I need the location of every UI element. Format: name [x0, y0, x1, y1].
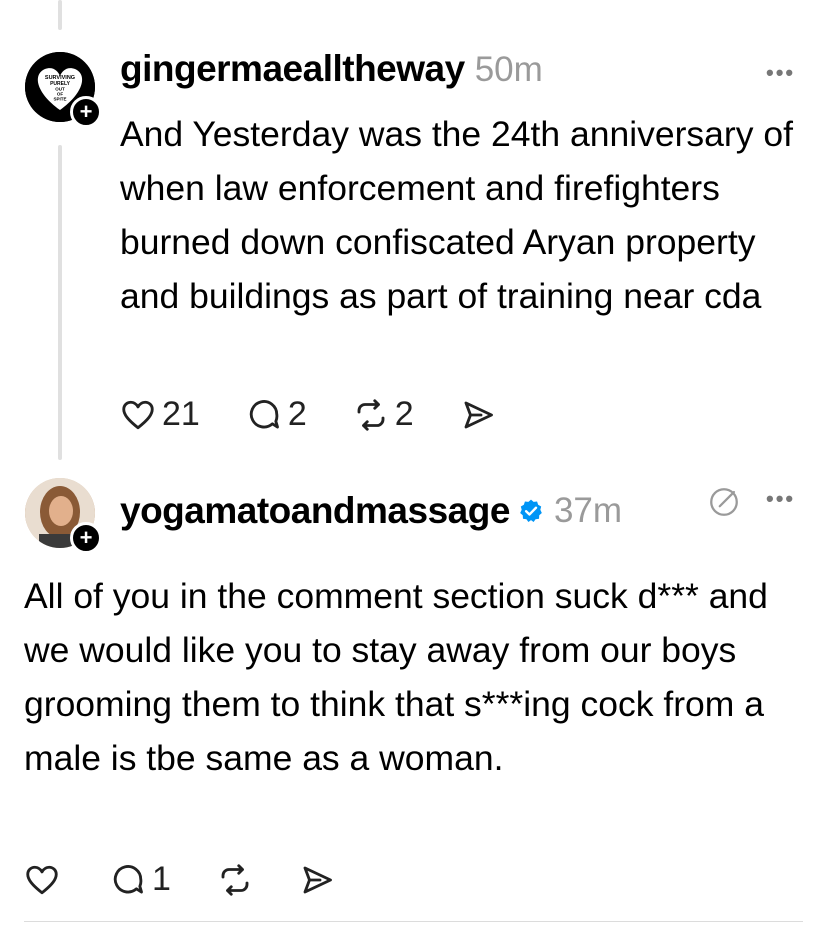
follow-plus-icon[interactable]: + — [70, 96, 102, 128]
send-icon — [303, 866, 332, 893]
like-count: 21 — [162, 395, 200, 433]
post-text: And Yesterday was the 24th anniversary o… — [120, 114, 793, 316]
post-header: yogamatoandmassage 37m — [120, 490, 622, 532]
svg-text:SPITE: SPITE — [53, 97, 66, 102]
thread-line-top — [58, 0, 62, 30]
more-options-icon[interactable]: ••• — [766, 486, 795, 512]
timestamp: 50m — [474, 50, 543, 89]
like-button[interactable] — [24, 862, 60, 898]
post-actions: 1 — [24, 860, 335, 899]
repost-button[interactable]: 2 — [353, 395, 414, 434]
verified-badge-icon — [520, 499, 542, 523]
reply-button[interactable]: 2 — [246, 395, 307, 434]
post-actions: 21 2 2 — [120, 395, 496, 434]
repost-icon — [221, 863, 249, 896]
share-button[interactable] — [460, 397, 496, 433]
send-icon — [464, 401, 493, 428]
post-header: gingermaealltheway 50m — [120, 48, 543, 90]
pencil-circle-icon — [710, 488, 738, 516]
repost-count: 2 — [394, 395, 414, 433]
edited-indicator — [707, 485, 741, 524]
heart-icon — [122, 400, 154, 429]
comment-icon — [113, 864, 143, 893]
username[interactable]: gingermaealltheway — [120, 48, 465, 90]
username[interactable]: yogamatoandmassage — [120, 490, 510, 532]
repost-icon — [357, 398, 385, 431]
timestamp: 37m — [553, 491, 623, 530]
repost-button[interactable] — [217, 862, 253, 898]
like-button[interactable]: 21 — [120, 395, 200, 434]
reply-count: 2 — [287, 395, 307, 433]
heart-icon — [26, 865, 58, 894]
divider — [24, 921, 803, 922]
reply-button[interactable]: 1 — [110, 860, 171, 899]
more-options-icon[interactable]: ••• — [766, 60, 795, 86]
follow-plus-icon[interactable]: + — [70, 522, 102, 554]
share-button[interactable] — [299, 862, 335, 898]
thread-line — [58, 145, 62, 460]
reply-count: 1 — [152, 860, 171, 898]
comment-icon — [249, 399, 279, 428]
post-text: All of you in the comment section suck d… — [24, 576, 768, 778]
